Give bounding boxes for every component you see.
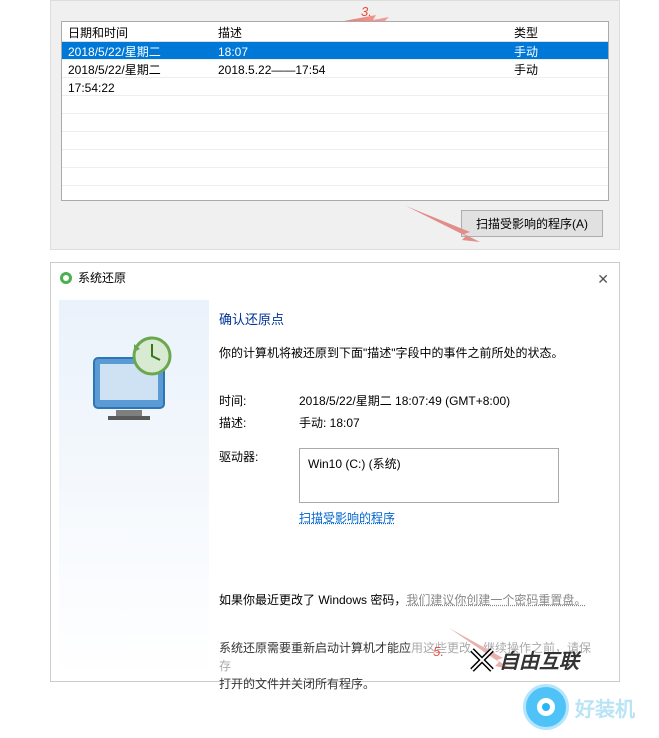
drive-label: 驱动器: — [219, 448, 299, 466]
scan-affected-link[interactable]: 扫描受影响的程序 — [299, 511, 395, 525]
empty-row — [62, 114, 608, 132]
empty-row — [62, 96, 608, 114]
time-label: 时间: — [219, 392, 299, 410]
table-row[interactable]: 2018/5/22/星期二 18:07:49 18:07 手动 — [62, 42, 608, 60]
system-restore-dialog: 系统还原 ✕ 确认还原点 你的计算机将被还原到下面"描述"字段中的事件之前所处的… — [50, 262, 620, 682]
col-description[interactable]: 描述 — [212, 22, 508, 41]
drives-listbox[interactable]: Win10 (C:) (系统) — [299, 448, 559, 503]
time-value: 2018/5/22/星期二 18:07:49 (GMT+8:00) — [299, 392, 595, 410]
cell-datetime: 2018/5/22/星期二 17:54:22 — [62, 60, 212, 77]
step-3-label: 3. — [361, 4, 372, 19]
password-notice: 如果你最近更改了 Windows 密码，我们建议你创建一个密码重置盘。 — [219, 591, 595, 609]
desc-value: 手动: 18:07 — [299, 414, 595, 432]
empty-row — [62, 132, 608, 150]
dialog-body: 确认还原点 你的计算机将被还原到下面"描述"字段中的事件之前所处的状态。 时间:… — [51, 292, 619, 701]
password-text: 如果你最近更改了 Windows 密码， — [219, 593, 406, 607]
wizard-sidebar-image — [59, 300, 209, 680]
col-type[interactable]: 类型 — [508, 22, 608, 41]
cell-description: 18:07 — [212, 42, 508, 59]
restore-points-panel: 3. 日期和时间 描述 类型 2018/5/22/星期二 18:07:49 18… — [50, 0, 620, 250]
close-icon[interactable]: ✕ — [597, 271, 609, 288]
create-password-disk-link[interactable]: 我们建议你创建一个密码重置盘。 — [406, 593, 586, 607]
restart-notice: 系统还原需要重新启动计算机才能应用这些更改。继续操作之前，请保存 打开的文件并关… — [219, 639, 595, 693]
drive-row: 驱动器: Win10 (C:) (系统) 扫描受影响的程序 — [219, 448, 595, 527]
dialog-titlebar: 系统还原 ✕ — [51, 263, 619, 292]
empty-row — [62, 150, 608, 168]
empty-row — [62, 78, 608, 96]
scan-affected-programs-button[interactable]: 扫描受影响的程序(A) — [461, 210, 603, 237]
time-row: 时间: 2018/5/22/星期二 18:07:49 (GMT+8:00) — [219, 392, 595, 410]
table-row[interactable]: 2018/5/22/星期二 17:54:22 2018.5.22——17:54 … — [62, 60, 608, 78]
dialog-title: 系统还原 — [78, 269, 126, 286]
confirm-restore-heading: 确认还原点 — [219, 310, 595, 330]
empty-row — [62, 168, 608, 186]
dialog-content: 确认还原点 你的计算机将被还原到下面"描述"字段中的事件之前所处的状态。 时间:… — [209, 300, 611, 693]
restore-description: 你的计算机将被还原到下面"描述"字段中的事件之前所处的状态。 — [219, 344, 595, 362]
cell-type: 手动 — [508, 60, 608, 77]
cell-description: 2018.5.22——17:54 — [212, 60, 508, 77]
drive-item[interactable]: Win10 (C:) (系统) — [308, 457, 401, 471]
restore-points-table: 日期和时间 描述 类型 2018/5/22/星期二 18:07:49 18:07… — [61, 21, 609, 201]
cell-type: 手动 — [508, 42, 608, 59]
desc-row: 描述: 手动: 18:07 — [219, 414, 595, 432]
col-datetime[interactable]: 日期和时间 — [62, 22, 212, 41]
system-restore-icon — [59, 271, 73, 285]
cell-datetime: 2018/5/22/星期二 18:07:49 — [62, 42, 212, 59]
monitor-clock-icon — [84, 330, 184, 430]
desc-label: 描述: — [219, 414, 299, 432]
step-5-label: 5. — [433, 644, 444, 659]
table-header: 日期和时间 描述 类型 — [62, 22, 608, 42]
